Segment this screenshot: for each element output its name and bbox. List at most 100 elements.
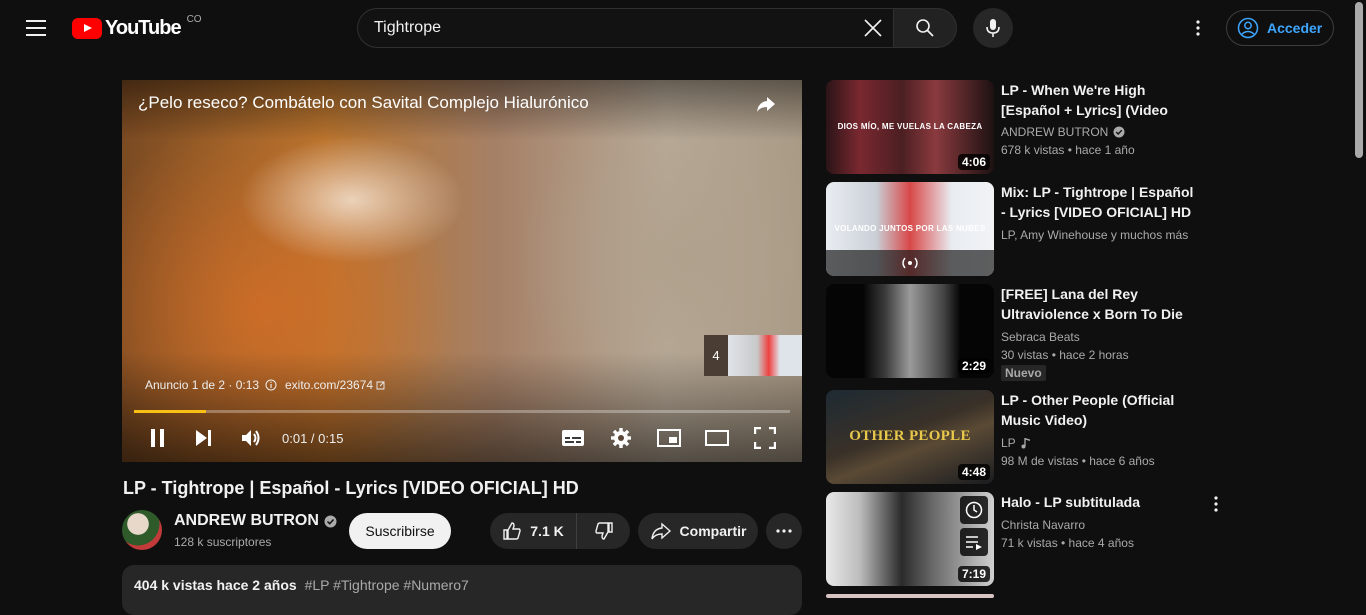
recommendation-title: LP - When We're High [Español + Lyrics] … <box>1001 82 1168 118</box>
subscriber-count: 128 k suscriptores <box>174 535 272 549</box>
sign-in-button[interactable]: Acceder <box>1226 10 1334 46</box>
more-actions-button[interactable] <box>766 513 802 549</box>
recommendation-thumbnail: OTHER PEOPLE 4:48 <box>826 390 994 484</box>
miniplayer-icon <box>657 429 681 447</box>
video-player[interactable]: ¿Pelo reseco? Combátelo con Savital Comp… <box>122 80 802 462</box>
miniplayer-button[interactable] <box>657 426 681 450</box>
recommendation-channel-text: LP, Amy Winehouse y muchos más <box>1001 228 1189 242</box>
like-count: 7.1 K <box>530 523 564 539</box>
recommendation-thumbnail: DIOS MÍO, ME VUELAS LA CABEZA 4:06 <box>826 80 994 174</box>
thumbs-down-icon <box>594 522 613 540</box>
recommendation-channel: Christa Navarro <box>1001 518 1085 532</box>
thumbnail-caption: DIOS MÍO, ME VUELAS LA CABEZA <box>837 122 983 131</box>
recommendation-meta: 678 k vistas • hace 1 año <box>1001 143 1135 157</box>
verified-icon <box>324 515 337 527</box>
new-badge: Nuevo <box>1001 365 1046 381</box>
more-horizontal-icon <box>776 529 792 533</box>
menu-icon[interactable] <box>24 17 48 39</box>
like-button[interactable]: 7.1 K <box>490 513 577 549</box>
theater-icon <box>705 430 729 446</box>
recommendation-item[interactable]: VOLANDO JUNTOS POR LAS NUBES Mix: LP - T… <box>826 182 1226 276</box>
ad-link-text: exito.com/23674 <box>285 378 374 392</box>
thumbnail-caption: OTHER PEOPLE <box>849 428 971 444</box>
scrollbar-thumb[interactable] <box>1355 2 1363 158</box>
clear-search-button[interactable] <box>853 9 893 47</box>
mic-icon <box>986 19 1000 37</box>
thumbnail-caption: VOLANDO JUNTOS POR LAS NUBES <box>834 224 986 233</box>
video-duration: 2:29 <box>957 358 990 374</box>
video-duration: 4:48 <box>957 464 990 480</box>
share-label: Compartir <box>679 523 747 539</box>
like-dislike-bar: 7.1 K <box>490 513 630 549</box>
recommendation-channel-text: Christa Navarro <box>1001 518 1086 532</box>
channel-name[interactable]: ANDREW BUTRON <box>174 512 337 530</box>
recommendation-meta: 71 k vistas • hace 4 años <box>1001 536 1134 550</box>
theater-mode-button[interactable] <box>705 426 729 450</box>
progress-bar[interactable] <box>134 410 790 413</box>
recommendation-item[interactable]: 2:29 [FREE] Lana del Rey Ultraviolence x… <box>826 284 1226 381</box>
more-vertical-icon <box>1196 20 1200 36</box>
recommendation-meta: 98 M de vistas • hace 6 años <box>1001 454 1155 468</box>
gear-icon <box>611 428 631 448</box>
search-input[interactable] <box>374 19 853 37</box>
recommendation-meta: 30 vistas • hace 2 horas <box>1001 348 1129 362</box>
player-bottom-gradient <box>122 352 802 462</box>
next-video-preview[interactable]: 4 <box>704 335 802 376</box>
share-icon <box>650 522 671 540</box>
video-title: LP - Tightrope | Español - Lyrics [VIDEO… <box>123 478 579 498</box>
watch-later-button[interactable] <box>960 496 988 524</box>
fullscreen-icon <box>754 427 776 449</box>
ad-title[interactable]: ¿Pelo reseco? Combátelo con Savital Comp… <box>138 93 589 113</box>
masthead: YouTube CO Acceder <box>0 0 1352 56</box>
ad-link[interactable]: exito.com/23674 <box>285 378 385 392</box>
recommendation-thumbnail: 7:19 <box>826 492 994 586</box>
recommendation-title: Halo - LP subtitulada <box>1001 494 1140 510</box>
recommendation-item[interactable]: DIOS MÍO, ME VUELAS LA CABEZA 4:06 LP - … <box>826 80 1226 174</box>
recommendation-menu-button[interactable] <box>1206 494 1226 514</box>
external-link-icon <box>376 381 385 389</box>
page-scrollbar[interactable] <box>1352 0 1366 598</box>
clock-icon <box>965 501 983 519</box>
recommendation-title: [FREE] Lana del Rey Ultraviolence x Born… <box>1001 286 1183 322</box>
search-button[interactable] <box>893 8 957 48</box>
hashtags[interactable]: #LP #Tightrope #Numero7 <box>305 577 469 593</box>
progress-fill <box>134 410 207 413</box>
voice-search-button[interactable] <box>973 8 1013 48</box>
subscribe-button[interactable]: Suscribirse <box>349 513 451 549</box>
recommendation-item[interactable] <box>826 594 1226 598</box>
time-display: 0:01 / 0:15 <box>282 431 344 446</box>
share-button[interactable]: Compartir <box>638 513 758 549</box>
next-video-thumbnail <box>728 335 802 376</box>
sign-in-label: Acceder <box>1267 20 1323 36</box>
volume-icon <box>242 430 260 446</box>
volume-button[interactable] <box>239 426 263 450</box>
info-icon[interactable] <box>265 379 277 391</box>
subtitles-button[interactable] <box>561 426 585 450</box>
settings-menu-button[interactable] <box>1186 16 1210 40</box>
fullscreen-button[interactable] <box>753 426 777 450</box>
recommendation-item[interactable]: 7:19 Halo - LP subtitulada Christa Navar… <box>826 492 1226 586</box>
dislike-button[interactable] <box>577 521 630 541</box>
recommendation-item[interactable]: OTHER PEOPLE 4:48 LP - Other People (Off… <box>826 390 1226 484</box>
recommendation-channel: Sebraca Beats <box>1001 330 1080 344</box>
player-share-icon[interactable] <box>754 92 778 116</box>
add-to-queue-button[interactable] <box>960 528 988 556</box>
recommendation-thumbnail: 2:29 <box>826 284 994 378</box>
youtube-logo[interactable]: YouTube CO <box>72 14 202 40</box>
search-bar <box>357 8 957 48</box>
recommendation-channel: LP, Amy Winehouse y muchos más <box>1001 228 1188 242</box>
recommendation-thumbnail <box>826 594 994 598</box>
youtube-play-icon <box>72 18 102 39</box>
recommendation-channel-text: Sebraca Beats <box>1001 330 1080 344</box>
radio-mix-icon <box>902 257 918 269</box>
next-button[interactable] <box>192 426 216 450</box>
pause-button[interactable] <box>146 426 170 450</box>
recommendation-thumbnail: VOLANDO JUNTOS POR LAS NUBES <box>826 182 994 276</box>
description-box[interactable]: 404 k vistas hace 2 años #LP #Tightrope … <box>122 565 802 615</box>
ad-counter-text: Anuncio 1 de 2 · 0:13 <box>145 378 260 392</box>
settings-button[interactable] <box>609 426 633 450</box>
views-and-date: 404 k vistas hace 2 años <box>134 577 297 593</box>
video-duration: 4:06 <box>957 154 990 170</box>
music-note-icon <box>1021 438 1030 449</box>
channel-avatar[interactable] <box>122 510 162 550</box>
